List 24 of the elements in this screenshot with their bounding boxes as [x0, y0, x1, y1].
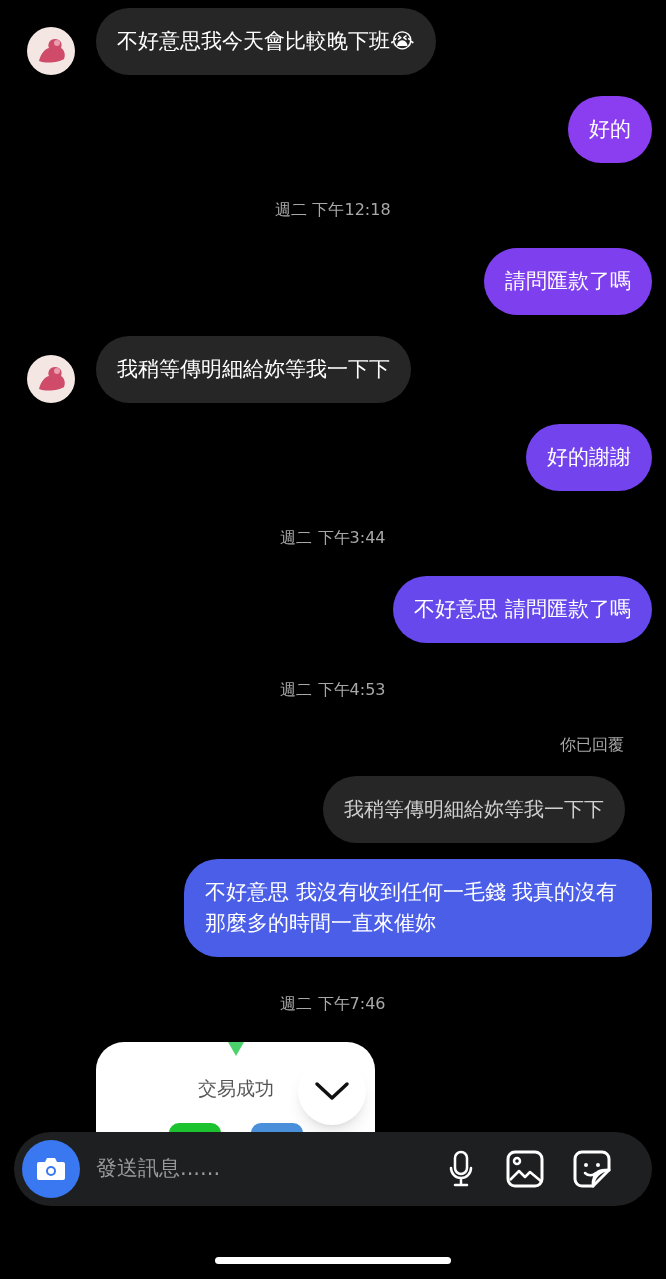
camera-button[interactable] [22, 1140, 80, 1198]
quoted-message: 我稍等傳明細給妳等我一下下 [323, 776, 625, 843]
triangle-icon [227, 1042, 244, 1056]
message-input[interactable]: 發送訊息...... [96, 1153, 426, 1185]
timestamp: 週二 下午12:18 [275, 199, 391, 221]
microphone-icon[interactable] [448, 1150, 474, 1188]
message-bubble: 好的謝謝 [526, 424, 652, 491]
chevron-down-icon [314, 1081, 350, 1101]
message-bubble: 不好意思 我沒有收到任何一毛錢 我真的沒有那麼多的時間一直來催妳 [184, 859, 652, 957]
caption: 交易成功 [197, 1076, 274, 1101]
timestamp: 週二 下午3:44 [280, 527, 386, 549]
message-bubble: 好的 [568, 96, 652, 163]
sticker-icon[interactable] [573, 1150, 611, 1188]
timestamp: 週二 下午7:46 [280, 993, 386, 1015]
reply-label: 你已回覆 [560, 734, 624, 756]
timestamp: 週二 下午4:53 [280, 679, 386, 701]
avatar[interactable] [27, 27, 75, 75]
gallery-icon[interactable] [506, 1150, 544, 1188]
message-bubble: 不好意思 請問匯款了嗎 [393, 576, 652, 643]
avatar[interactable] [27, 355, 75, 403]
message-bubble: 不好意思我今天會比較晚下班😭 [96, 8, 436, 75]
message-bubble: 我稍等傳明細給妳等我一下下 [96, 336, 411, 403]
message-bubble: 請問匯款了嗎 [484, 248, 652, 315]
camera-icon [36, 1156, 66, 1182]
